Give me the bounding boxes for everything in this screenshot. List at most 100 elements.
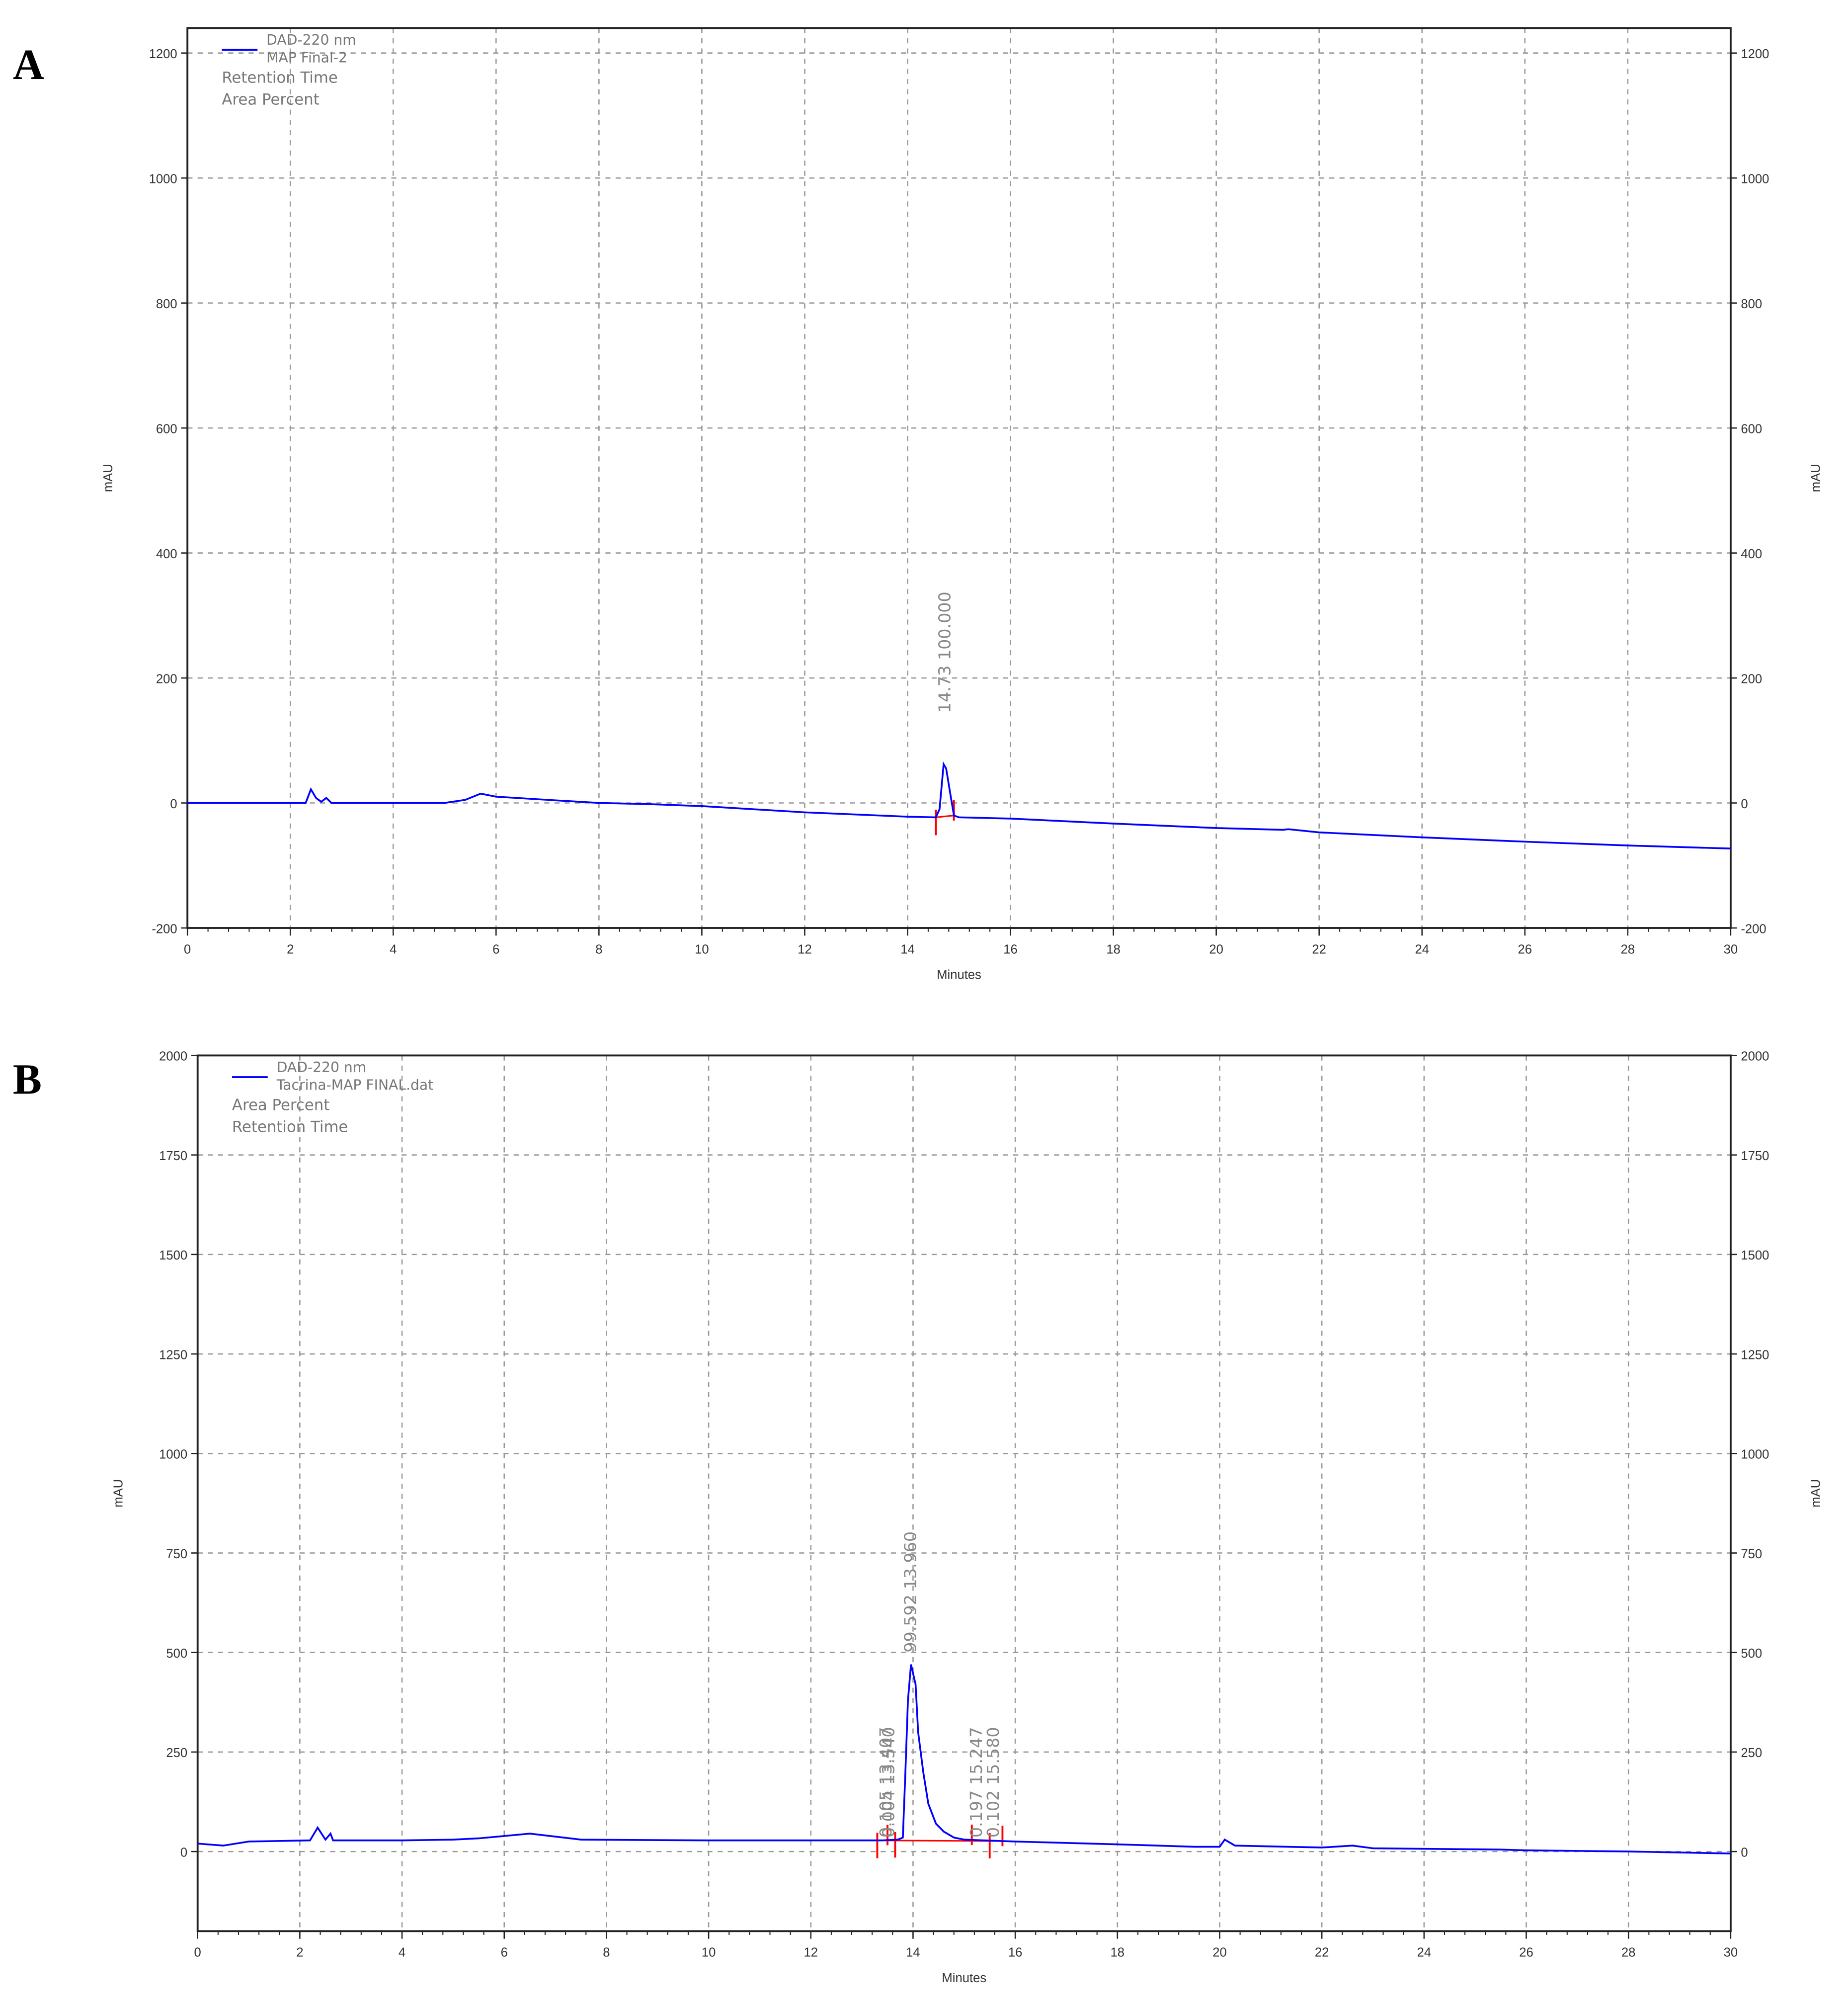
x-tick-label: 0 xyxy=(184,942,191,956)
x-tick-label: 22 xyxy=(1312,942,1326,956)
chromatogram-figure: A0 2 4 6 8 10 12 14 16 18 20 22 24 26 28 30-200 -2000 020… xyxy=(13,27,1823,1985)
y-tick-label-right: 0 xyxy=(1741,1846,1748,1859)
peak-separator xyxy=(935,660,954,666)
y-tick-label-left: 2000 xyxy=(159,1050,187,1064)
peak-separator xyxy=(901,1589,920,1594)
x-axis-label: Minutes xyxy=(937,968,981,982)
peak-retention-time: 15.580 xyxy=(983,1727,1003,1785)
x-tick-label: 2 xyxy=(296,1946,303,1960)
x-tick-label: 16 xyxy=(1008,1946,1023,1960)
peak-area-percent: 99.592 xyxy=(901,1594,920,1653)
y-tick-label-left: 1000 xyxy=(149,172,177,186)
x-tick-label: 30 xyxy=(1724,942,1738,956)
y-tick-label-right: 1500 xyxy=(1741,1249,1769,1262)
peak-area-percent: 0.102 xyxy=(983,1790,1003,1838)
x-tick-label: 14 xyxy=(900,942,915,956)
x-tick-label: 2 xyxy=(287,942,294,956)
y-tick-label-left: 1000 xyxy=(159,1448,187,1462)
y-tick-label-left: 800 xyxy=(156,297,177,311)
y-tick-label-right: 600 xyxy=(1741,422,1762,436)
peak-label: 99.592 13.960 xyxy=(901,1531,920,1653)
x-tick-label: 14 xyxy=(906,1946,920,1960)
peak-separator xyxy=(983,1785,1003,1790)
y-tick-label-left: -200 xyxy=(152,922,177,936)
x-tick-label: 26 xyxy=(1519,1946,1533,1960)
x-tick-label: 8 xyxy=(595,942,602,956)
peak-retention-time: 13.540 xyxy=(879,1727,898,1785)
peak-label: 14.73 100.000 xyxy=(935,591,954,713)
y-tick-label-left: 750 xyxy=(166,1547,187,1561)
peak-retention-time: 13.960 xyxy=(901,1531,920,1590)
legend-line-2: Retention Time xyxy=(232,1118,348,1136)
y-tick-label-right: 1000 xyxy=(1741,172,1769,186)
x-tick-label: 18 xyxy=(1111,1946,1125,1960)
panel-label: A xyxy=(13,40,44,88)
x-tick-label: 16 xyxy=(1003,942,1018,956)
x-tick-label: 28 xyxy=(1621,1946,1636,1960)
chart-panel-a: A0 2 4 6 8 10 12 14 16 18 20 22 24 26 28 30-200 -2000 020… xyxy=(13,27,1823,982)
y-tick-label-left: 500 xyxy=(166,1647,187,1661)
y-tick-label-right: 1750 xyxy=(1741,1149,1769,1163)
legend-series-file: Tacrina-MAP FINAL.dat xyxy=(276,1077,434,1093)
x-tick-label: 18 xyxy=(1106,942,1121,956)
integration-baseline xyxy=(936,815,954,818)
y-tick-label-left: 0 xyxy=(170,797,177,811)
peak-label: 0.004 13.540 xyxy=(879,1727,898,1838)
y-tick-label-right: 1200 xyxy=(1741,47,1769,61)
panel-label: B xyxy=(13,1055,42,1103)
x-tick-label: 20 xyxy=(1209,942,1223,956)
y-tick-label-left: 600 xyxy=(156,422,177,436)
y-tick-label-left: 1500 xyxy=(159,1249,187,1262)
x-tick-label: 20 xyxy=(1212,1946,1227,1960)
x-tick-label: 12 xyxy=(798,942,812,956)
x-tick-label: 6 xyxy=(501,1946,508,1960)
x-tick-label: 12 xyxy=(804,1946,818,1960)
y-tick-label-right: 250 xyxy=(1741,1746,1762,1760)
y-tick-label-left: 400 xyxy=(156,547,177,561)
x-tick-label: 24 xyxy=(1415,942,1429,956)
peak-area-percent: 0.004 xyxy=(879,1790,898,1838)
plot-frame xyxy=(186,27,1732,929)
y-tick-label-left: 0 xyxy=(180,1846,187,1859)
y-tick-label-left: 200 xyxy=(156,672,177,686)
x-tick-label: 8 xyxy=(603,1946,610,1960)
peak-label: 0.102 15.580 xyxy=(983,1727,1003,1838)
x-tick-label: 0 xyxy=(194,1946,201,1960)
y-axis-label-left: mAU xyxy=(101,464,115,492)
legend-series-label: DAD-220 nm xyxy=(266,32,356,48)
peak-separator xyxy=(879,1785,898,1790)
peak-area-percent: 100.000 xyxy=(935,591,954,660)
x-tick-label: 4 xyxy=(390,942,397,956)
peak-retention-time: 14.73 xyxy=(935,666,954,713)
legend-line-1: Area Percent xyxy=(232,1096,329,1114)
x-tick-label: 26 xyxy=(1518,942,1532,956)
legend-series-file: MAP Final-2 xyxy=(266,50,347,66)
x-axis-label: Minutes xyxy=(942,1971,986,1985)
legend-line-1: Retention Time xyxy=(222,69,337,87)
x-tick-label: 10 xyxy=(702,1946,716,1960)
y-tick-label-right: 1000 xyxy=(1741,1448,1769,1462)
x-tick-label: 30 xyxy=(1724,1946,1738,1960)
y-axis-label-right: mAU xyxy=(1809,464,1823,492)
y-tick-label-left: 1200 xyxy=(149,47,177,61)
y-tick-label-right: 500 xyxy=(1741,1647,1762,1661)
y-tick-label-right: 200 xyxy=(1741,672,1762,686)
legend-line-2: Area Percent xyxy=(222,90,319,108)
x-tick-label: 4 xyxy=(399,1946,405,1960)
y-tick-label-right: 2000 xyxy=(1741,1050,1769,1064)
x-tick-label: 6 xyxy=(492,942,499,956)
x-tick-label: 24 xyxy=(1417,1946,1432,1960)
chromatogram-trace xyxy=(187,761,1731,850)
y-tick-label-left: 1750 xyxy=(159,1149,187,1163)
y-tick-label-right: 1250 xyxy=(1741,1348,1769,1362)
chart-panel-b: B0 2 4 6 8 10 12 14 16 18 20 22 24 26 28 300 0250 250500 5… xyxy=(13,1050,1823,1985)
legend-series-label: DAD-220 nm xyxy=(277,1059,367,1076)
y-tick-label-right: 0 xyxy=(1741,797,1748,811)
y-tick-label-left: 1250 xyxy=(159,1348,187,1362)
y-tick-label-right: 400 xyxy=(1741,547,1762,561)
x-tick-label: 28 xyxy=(1621,942,1635,956)
x-tick-label: 22 xyxy=(1315,1946,1329,1960)
x-tick-label: 10 xyxy=(695,942,709,956)
y-axis-label-left: mAU xyxy=(111,1479,125,1508)
chromatogram-trace xyxy=(197,1664,1731,1854)
